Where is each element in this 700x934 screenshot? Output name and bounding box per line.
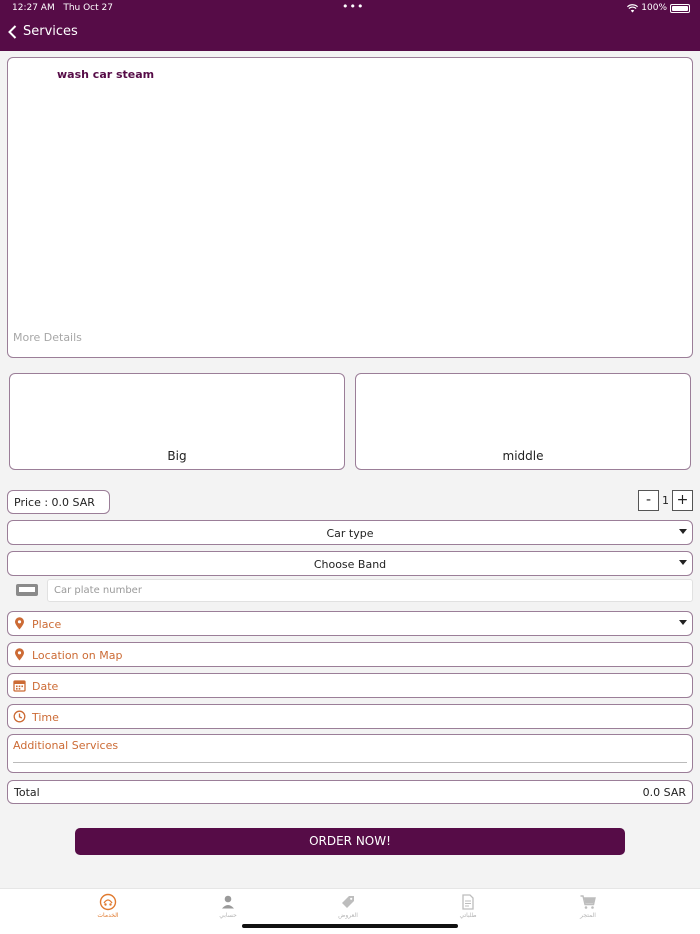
caret-down-icon xyxy=(679,620,687,625)
order-now-button[interactable]: ORDER NOW! xyxy=(75,828,625,855)
place-select[interactable]: Place xyxy=(7,611,693,636)
battery-icon xyxy=(670,3,690,13)
map-pin-icon xyxy=(15,617,24,630)
price-label: Price : xyxy=(14,496,49,509)
calendar-icon xyxy=(13,680,26,692)
nav-header: 12:27 AM Thu Oct 27 ••• 100% Services xyxy=(0,0,700,51)
map-pin-icon xyxy=(15,648,24,661)
tab-services[interactable]: الخدمات xyxy=(78,893,138,919)
size-option-big[interactable]: Big xyxy=(9,373,345,470)
brand-select[interactable]: Choose Band xyxy=(7,551,693,576)
services-icon xyxy=(99,893,117,911)
total-value: 0.0 SAR xyxy=(642,786,686,799)
additional-services-label: Additional Services xyxy=(13,739,119,752)
price-value: 0.0 SAR xyxy=(51,496,95,509)
quantity-decrement-button[interactable]: - xyxy=(638,490,659,511)
price-box: Price : 0.0 SAR xyxy=(7,490,110,514)
user-icon xyxy=(222,895,234,909)
size-option-middle[interactable]: middle xyxy=(355,373,691,470)
quantity-increment-button[interactable]: + xyxy=(672,490,693,511)
time-label: Time xyxy=(32,711,59,724)
license-plate-icon xyxy=(16,584,38,596)
location-on-map-field[interactable]: Location on Map xyxy=(7,642,693,667)
chevron-left-icon xyxy=(8,24,17,39)
car-type-select[interactable]: Car type xyxy=(7,520,693,545)
tab-label: طلباتي xyxy=(459,912,477,919)
status-time: 12:27 AM Thu Oct 27 xyxy=(12,3,113,13)
tab-label: الخدمات xyxy=(97,912,119,919)
service-title: wash car steam xyxy=(57,68,155,81)
cart-icon xyxy=(580,895,596,909)
document-icon xyxy=(462,894,474,910)
home-indicator[interactable] xyxy=(242,924,458,928)
car-plate-input[interactable]: Car plate number xyxy=(47,579,693,602)
multitask-dots[interactable]: ••• xyxy=(342,0,364,13)
additional-services-panel[interactable]: Additional Services xyxy=(7,734,693,773)
tag-icon xyxy=(342,896,354,908)
time-field[interactable]: Time xyxy=(7,704,693,729)
tab-label: العروض xyxy=(338,912,358,919)
tab-orders[interactable]: طلباتي xyxy=(438,893,498,919)
caret-down-icon xyxy=(679,529,687,534)
date-field[interactable]: Date xyxy=(7,673,693,698)
total-label: Total xyxy=(14,786,40,799)
tab-offers[interactable]: العروض xyxy=(318,893,378,919)
clock-icon xyxy=(13,710,26,723)
size-label: Big xyxy=(167,449,187,463)
brand-label: Choose Band xyxy=(313,558,387,571)
quantity-value: 1 xyxy=(662,494,669,507)
caret-down-icon xyxy=(679,560,687,565)
total-row: Total 0.0 SAR xyxy=(7,780,693,804)
battery-percent: 100% xyxy=(641,3,667,13)
tab-account[interactable]: حسابي xyxy=(198,893,258,919)
status-indicators: 100% xyxy=(627,3,690,13)
wifi-icon xyxy=(627,3,639,12)
date-label: Date xyxy=(32,680,59,693)
tab-label: المتجر xyxy=(580,912,596,919)
tab-label: حسابي xyxy=(219,912,237,919)
car-type-label: Car type xyxy=(326,527,374,540)
divider xyxy=(13,762,687,763)
back-button[interactable]: Services xyxy=(8,24,78,39)
service-details-panel: wash car steam More Details xyxy=(7,57,693,358)
tab-store[interactable]: المتجر xyxy=(558,893,618,919)
location-label: Location on Map xyxy=(32,649,123,662)
size-label: middle xyxy=(502,449,544,463)
back-label: Services xyxy=(23,24,78,39)
place-label: Place xyxy=(32,618,62,631)
more-details-link[interactable]: More Details xyxy=(13,331,82,344)
